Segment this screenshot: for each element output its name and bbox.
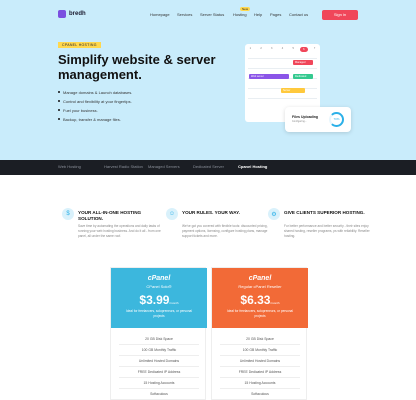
plan-feature: FREE Dedicated IP Address: [220, 367, 300, 378]
cpanel-logo: cPanel: [147, 275, 171, 282]
calendar-days: 1 2 3 4 5 6 7: [245, 47, 320, 55]
tab-dedicated-server[interactable]: Dedicated Server: [193, 164, 224, 169]
plan-name: CPanel Solo®: [146, 284, 172, 289]
logo-text: bredh: [69, 11, 86, 17]
feature-title: Your all-in-one hosting solution.: [78, 210, 142, 221]
calendar-event: Web server: [249, 74, 289, 79]
plan-feature: Softaculous: [119, 389, 199, 400]
feature-text: For better performance and better securi…: [284, 224, 370, 238]
plan-description: Ideal for freelancers, solopreneurs, or …: [226, 309, 294, 318]
plan-feature: Unlimited Hosted Domains: [119, 356, 199, 367]
nav-item-pages[interactable]: Pages: [270, 12, 281, 17]
pricing-card-header: cPanel Regular cPanel Reseller $6.33/mon…: [212, 268, 308, 328]
dollar-icon: $: [62, 208, 74, 220]
calendar-day: 5: [292, 47, 294, 50]
tab-web-hosting[interactable]: Web Hosting: [58, 164, 81, 169]
plan-feature: 20 GB Disk Space: [119, 334, 199, 345]
new-badge: New: [240, 7, 251, 11]
price-period: /month: [270, 301, 280, 305]
calendar-day: 7: [313, 47, 316, 50]
tab-managed-servers[interactable]: Managed Servers: [148, 164, 180, 169]
hero-headline: Simplify website & server management.: [58, 52, 216, 82]
calendar-day-active: 6: [299, 47, 308, 52]
nav-item-server-status[interactable]: Server Status: [200, 12, 224, 17]
calendar-day: 2: [260, 47, 262, 50]
plan-feature: 20 GB Disk Space: [220, 334, 300, 345]
tab-cpanel-hosting[interactable]: Cpanel Hosting: [238, 164, 267, 169]
plan-name: Regular cPanel Reseller: [238, 284, 282, 289]
signin-button[interactable]: Sign in: [322, 10, 358, 20]
logo-mark-icon: [58, 10, 66, 18]
feature-title: Your rules. Your way.: [182, 210, 240, 215]
cpanel-logo: cPanel: [248, 275, 272, 282]
nav-item-contact[interactable]: Contact us: [289, 12, 308, 17]
feature-text: Save time by automating the operations a…: [78, 224, 161, 238]
plan-feature: FREE Dedicated IP Address: [119, 367, 199, 378]
plan-price: $3.99/month: [111, 293, 207, 307]
plan-feature: Unlimited Hosted Domains: [220, 356, 300, 367]
logo[interactable]: bredh: [58, 10, 86, 18]
plan-feature: 100 GB Monthly Traffic: [220, 345, 300, 356]
upload-progress-ring: 70%: [329, 112, 344, 127]
plan-feature: 15 Hosting Accounts: [119, 378, 199, 389]
nav-item-services[interactable]: Services: [177, 12, 192, 17]
feature-text: We've got you covered with flexible tool…: [182, 224, 268, 238]
plan-feature: 15 Hosting Accounts: [220, 378, 300, 389]
pricing-card-header: cPanel CPanel Solo® $3.99/month Ideal fo…: [111, 268, 207, 328]
nav-item-help[interactable]: Help: [254, 12, 262, 17]
plan-price: $6.33/month: [212, 293, 308, 307]
price-amount: $6.33: [240, 293, 271, 307]
price-amount: $3.99: [139, 293, 170, 307]
hero-bullet: Control and flexibility at your fingerti…: [58, 97, 132, 106]
calendar-event: Dedicated: [293, 74, 313, 79]
plan-feature: Softaculous: [220, 389, 300, 400]
calendar-day: 3: [271, 47, 273, 50]
plan-features: 20 GB Disk Space 100 GB Monthly Traffic …: [119, 334, 199, 400]
hero-bullets: Manage domains & Launch databases. Contr…: [58, 88, 132, 124]
price-period: /month: [169, 301, 179, 305]
calendar-day: 1: [249, 47, 252, 50]
user-icon: ☺: [166, 208, 178, 220]
gear-icon: ⚙: [268, 208, 280, 220]
upload-percent: 70%: [333, 117, 340, 121]
hero-bullet: Backup, transfer & manage files.: [58, 115, 132, 124]
hero-bullet: Manage domains & Launch databases.: [58, 88, 132, 97]
plan-description: Ideal for freelancers, solopreneurs, or …: [125, 309, 193, 318]
upload-title: Files Uploading: [292, 115, 319, 119]
hero-eyebrow: CPANEL HOSTING: [58, 42, 101, 48]
nav-item-homepage[interactable]: Homepage: [150, 12, 170, 17]
upload-subtitle: Configuring...: [292, 120, 307, 123]
calendar-event: Server: [281, 88, 305, 93]
upload-card: Files Uploading Configuring... 70%: [285, 107, 351, 132]
plan-features: 20 GB Disk Space 100 GB Monthly Traffic …: [220, 334, 300, 400]
calendar-day: 4: [281, 47, 284, 50]
pricing-card-solo[interactable]: cPanel CPanel Solo® $3.99/month Ideal fo…: [110, 267, 207, 400]
tab-harvest-radio[interactable]: Harvest Radio Station: [104, 164, 143, 169]
pricing-card-reseller[interactable]: cPanel Regular cPanel Reseller $6.33/mon…: [211, 267, 308, 400]
hero-bullet: Fuel your business.: [58, 106, 132, 115]
plan-feature: 100 GB Monthly Traffic: [119, 345, 199, 356]
calendar-event: Managed server: [293, 60, 313, 69]
feature-title: Give clients superior hosting.: [284, 210, 365, 215]
nav-item-hosting[interactable]: Hosting: [233, 12, 247, 17]
